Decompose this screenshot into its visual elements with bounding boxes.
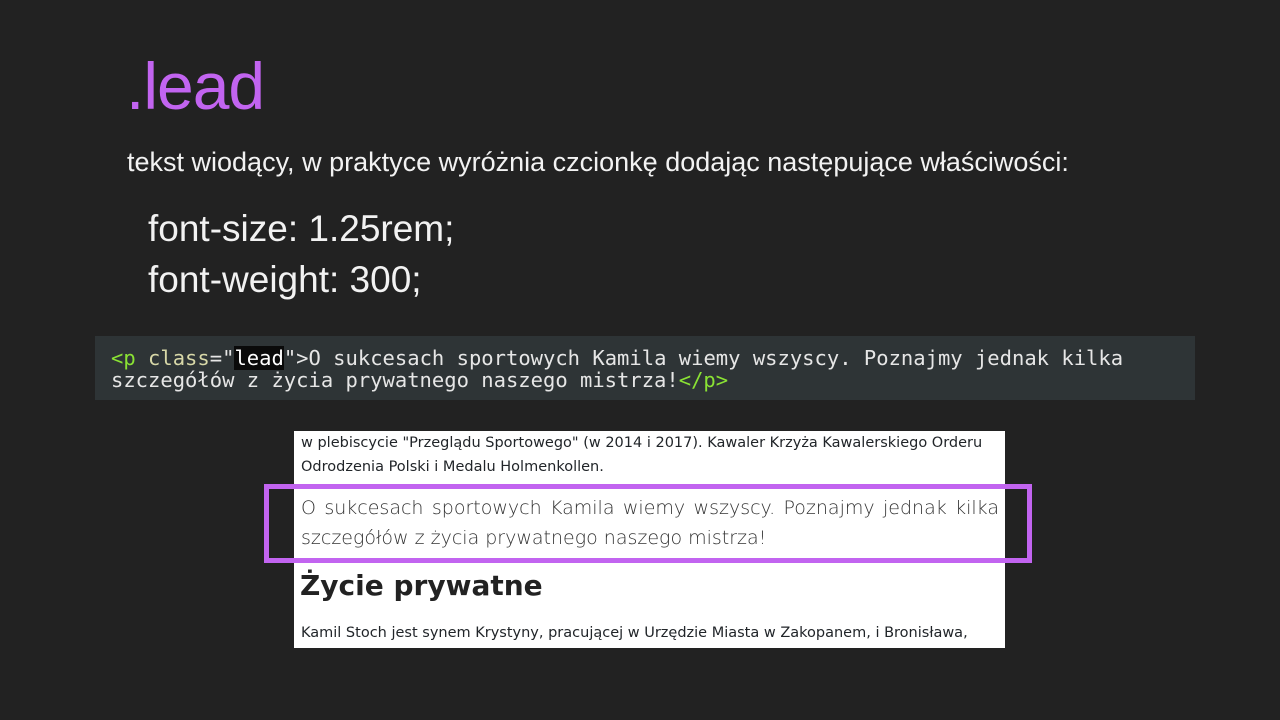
preview-intro: w plebiscycie "Przeglądu Sportowego" (w … [301,431,1001,479]
preview-heading: Życie prywatne [300,569,543,602]
code-open-tag: <p [111,346,149,370]
code-attr-value: lead [234,346,284,370]
code-text-line1: O sukcesach sportowych Kamila wiemy wszy… [308,346,1124,370]
slide-title: .lead [126,49,265,123]
code-attr-name: class [148,346,210,370]
code-close-tag: </p> [678,368,729,392]
property-font-size: font-size: 1.25rem; [148,208,455,249]
property-font-weight: font-weight: 300; [148,259,422,300]
code-equals: =" [209,346,235,370]
code-snippet: <p class="lead">O sukcesach sportowych K… [95,336,1195,400]
preview-body-text: Kamil Stoch jest synem Krystyny, pracują… [301,625,968,641]
code-quote-close: "> [283,346,309,370]
slide-subtitle: tekst wiodący, w praktyce wyróżnia czcio… [127,147,1069,177]
css-properties-list: font-size: 1.25rem; font-weight: 300; [148,203,454,305]
code-text-line2: szczegółów z życia prywatnego naszego mi… [111,368,679,392]
preview-intro-line1: w plebiscycie "Przeglądu Sportowego" (w … [301,435,983,451]
lead-highlight-box [264,484,1032,563]
preview-intro-line2: Odrodzenia Polski i Medalu Holmenkollen. [301,459,604,475]
